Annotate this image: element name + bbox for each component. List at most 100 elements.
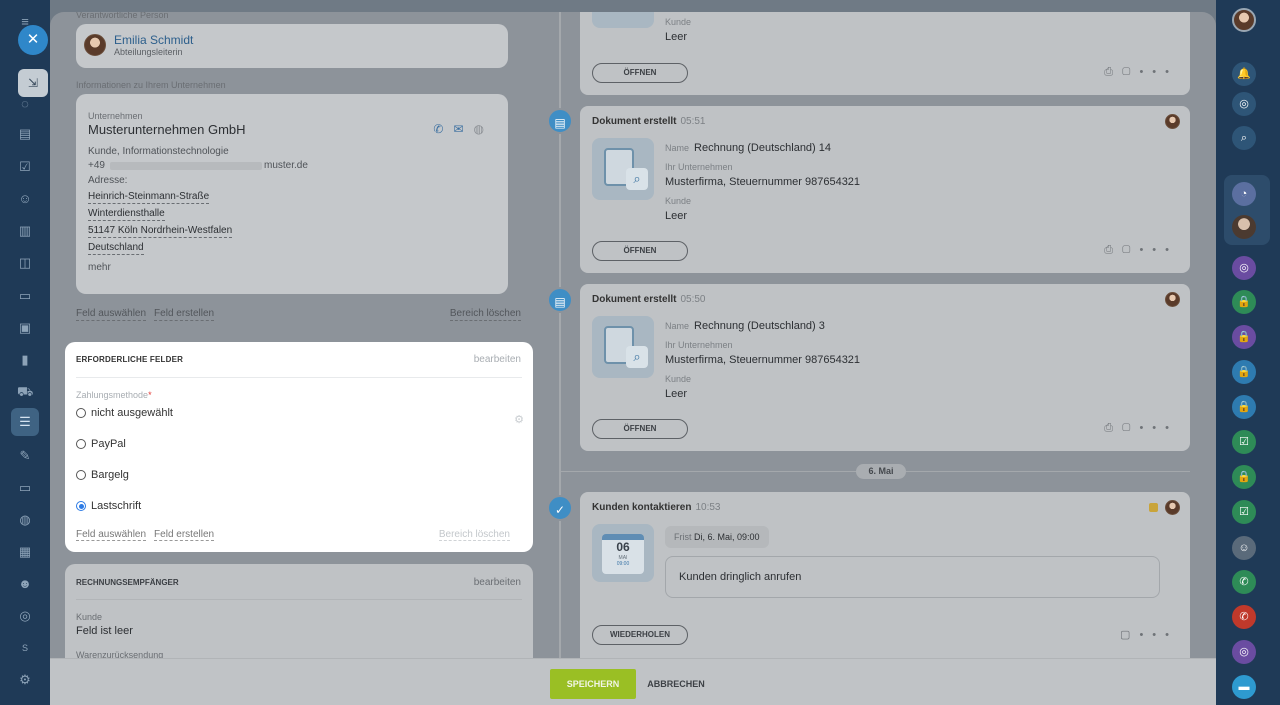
task-chat-icon[interactable]: ☑ [1232, 430, 1256, 454]
payment-option[interactable]: PayPal [76, 438, 126, 450]
more-icon[interactable]: ••• [1139, 66, 1178, 78]
more-icon[interactable]: ••• [1139, 629, 1178, 641]
analytics-icon[interactable]: ▮ [17, 352, 33, 368]
print-icon[interactable]: ⎙ [1104, 244, 1122, 256]
copilot-icon[interactable]: ◎ [1232, 92, 1256, 116]
address-line[interactable]: Heinrich-Steinmann-Straße [88, 191, 210, 204]
cancel-button[interactable]: ABBRECHEN [646, 669, 706, 699]
card-icon[interactable]: ▭ [17, 288, 33, 304]
author-avatar[interactable] [1165, 114, 1180, 129]
phone-chat-icon[interactable]: ✆ [1232, 570, 1256, 594]
open-channel-icon[interactable]: ◔ [1232, 182, 1256, 206]
responsible-person-card[interactable]: Emilia Schmidt Abteilungsleiterin [76, 24, 508, 68]
open-button[interactable]: ÖFFNEN [592, 63, 688, 83]
print-icon[interactable]: ⎙ [1104, 422, 1122, 434]
create-field-link[interactable]: Feld erstellen [154, 308, 215, 321]
missed-call-icon[interactable]: ✆ [1232, 605, 1256, 629]
notifications-icon[interactable]: 🔔 [1232, 62, 1256, 86]
edit-doc-icon[interactable]: ✎ [17, 448, 33, 464]
target-icon[interactable]: ◎ [17, 608, 33, 624]
storage-icon[interactable]: ◍ [17, 512, 33, 528]
group-chat-icon[interactable]: ☺ [1232, 536, 1256, 560]
phone-icon[interactable]: ✆ [433, 122, 453, 136]
lock-chat-icon[interactable]: 🔒 [1232, 360, 1256, 384]
radio-button[interactable] [76, 439, 86, 449]
channel-icon[interactable]: ◎ [1232, 256, 1256, 280]
note-icon[interactable]: ▢ [1122, 66, 1139, 78]
documents-icon[interactable]: ▥ [17, 223, 33, 239]
timeline-card: Kunde Leer ÖFFNEN ⎙▢••• [580, 12, 1190, 95]
chat-icon[interactable]: ◍ [474, 122, 494, 136]
open-button[interactable]: ÖFFNEN [592, 419, 688, 439]
payment-method-label: Zahlungsmethode* [76, 390, 152, 400]
repeat-button[interactable]: WIEDERHOLEN [592, 625, 688, 645]
search-chat-icon[interactable]: ⌕ [1232, 126, 1256, 150]
address-line[interactable]: 51147 Köln Nordrhein-Westfalen [88, 225, 233, 238]
create-field-link[interactable]: Feld erstellen [154, 529, 215, 541]
open-button[interactable]: ÖFFNEN [592, 241, 688, 261]
task-description[interactable]: Kunden dringlich anrufen [665, 556, 1160, 598]
note-icon[interactable]: ▢ [1122, 422, 1139, 434]
customer-value[interactable]: Feld ist leer [76, 625, 133, 637]
settings-icon[interactable]: ⚙ [17, 672, 33, 688]
deadline-chip[interactable]: Frist Di, 6. Mai, 09:00 [665, 526, 769, 548]
messenger-icon[interactable]: ▬ [1232, 675, 1256, 699]
document-thumbnail[interactable]: ⌕ [592, 316, 654, 378]
tasks-icon[interactable]: ▤ [17, 126, 33, 142]
mail-icon[interactable]: ✉ [453, 122, 473, 136]
checklist-icon[interactable]: ☑ [17, 159, 33, 175]
address-line[interactable]: Winterdiensthalle [88, 208, 165, 221]
task-check-icon[interactable]: ✓ [547, 495, 573, 521]
channel-icon[interactable]: ◎ [1232, 640, 1256, 664]
customer-label: Kunde [665, 374, 692, 384]
person-name[interactable]: Emilia Schmidt [114, 33, 193, 47]
user-avatar[interactable] [1232, 8, 1256, 32]
select-field-link[interactable]: Feld auswählen [76, 529, 147, 541]
lock-chat-icon[interactable]: 🔒 [1232, 325, 1256, 349]
messages-icon[interactable]: ◫ [17, 255, 33, 271]
gear-icon[interactable]: ⚙ [514, 413, 524, 426]
save-button[interactable]: SPEICHERN [550, 669, 636, 699]
edit-link[interactable]: bearbeiten [474, 354, 521, 365]
select-field-link[interactable]: Feld auswählen [76, 308, 147, 321]
company-email[interactable]: muster.de [264, 160, 308, 171]
recipient-edit-link[interactable]: bearbeiten [474, 577, 521, 588]
company-name[interactable]: Musterunternehmen GmbH [88, 122, 246, 137]
monitor-icon[interactable]: ▣ [17, 320, 33, 336]
delete-section-link[interactable]: Bereich löschen [449, 308, 521, 321]
note-icon[interactable]: ▢ [1120, 629, 1139, 641]
note-icon[interactable]: ▢ [1122, 244, 1139, 256]
chat-icon[interactable]: ◌ [17, 96, 33, 112]
author-avatar[interactable] [1165, 292, 1180, 307]
payment-option[interactable]: Bargelg [76, 469, 129, 481]
more-icon[interactable]: ••• [1139, 244, 1178, 256]
company-phone[interactable]: +49 [88, 160, 105, 171]
payment-option[interactable]: nicht ausgewählt [76, 407, 173, 419]
author-avatar[interactable] [1165, 500, 1180, 515]
address-line[interactable]: Deutschland [88, 242, 144, 255]
radio-button[interactable] [76, 470, 86, 480]
user-initial-icon[interactable]: S [17, 640, 33, 656]
contacts-icon[interactable]: ☺ [17, 191, 33, 207]
more-link[interactable]: mehr [88, 262, 111, 273]
calendar-icon[interactable]: ▦ [17, 544, 33, 560]
document-thumbnail[interactable]: ⌕ [592, 138, 654, 200]
print-icon[interactable]: ⎙ [1104, 66, 1122, 78]
payment-option-selected[interactable]: Lastschrift [76, 500, 141, 512]
cart-icon[interactable]: ⛟ [17, 384, 33, 400]
lock-chat-icon[interactable]: 🔒 [1232, 290, 1256, 314]
responsible-label: Verantwortliche Person [76, 12, 169, 20]
chat-avatar-icon[interactable] [1232, 215, 1256, 239]
lock-chat-icon[interactable]: 🔒 [1232, 395, 1256, 419]
delete-section-link[interactable]: Bereich löschen [438, 529, 510, 541]
crm-filter-icon[interactable]: ☰ [11, 408, 39, 436]
robot-icon[interactable]: ☻ [17, 576, 33, 592]
radio-button[interactable] [76, 408, 86, 418]
payment-icon[interactable]: ▭ [17, 480, 33, 496]
more-icon[interactable]: ••• [1139, 422, 1178, 434]
task-chat-icon[interactable]: ☑ [1232, 500, 1256, 524]
lock-chat-icon[interactable]: 🔒 [1232, 465, 1256, 489]
radio-button-selected[interactable] [76, 501, 86, 511]
minimize-panel-button[interactable]: ⇲ [18, 69, 48, 97]
close-panel-button[interactable]: ✕ [18, 25, 48, 55]
